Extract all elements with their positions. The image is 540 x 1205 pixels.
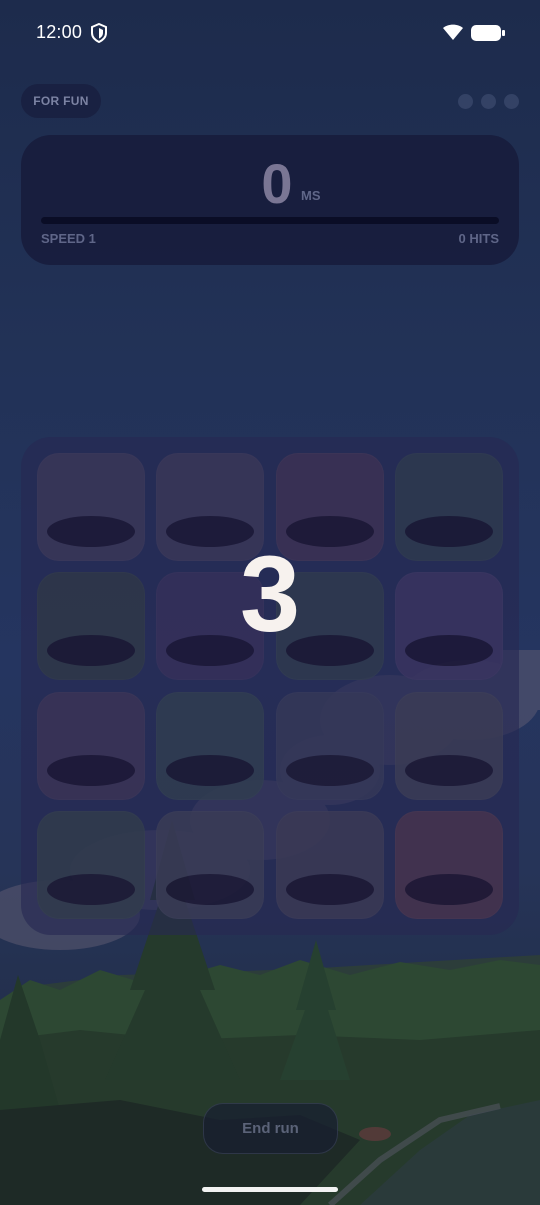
wifi-icon	[442, 23, 464, 46]
battery-icon	[470, 24, 506, 47]
hole	[285, 873, 374, 905]
hole-tile[interactable]	[37, 810, 145, 919]
hole-tile[interactable]	[275, 810, 384, 919]
hole-tile[interactable]	[156, 810, 265, 919]
hole-tile[interactable]	[156, 691, 265, 800]
menu-dot-icon	[458, 94, 473, 109]
hole-tile[interactable]	[37, 691, 145, 800]
home-indicator[interactable]	[202, 1187, 338, 1192]
score-card: 0 MS SPEED 1 0 HITS	[21, 135, 519, 265]
hits-label: 0 HITS	[458, 231, 499, 246]
menu-dot-icon	[481, 94, 496, 109]
progress-track	[41, 217, 499, 224]
hole-tile[interactable]	[275, 691, 384, 800]
hole	[47, 873, 135, 905]
hole-tile[interactable]	[394, 691, 503, 800]
countdown-number: 3	[239, 533, 301, 654]
status-time: 12:00	[36, 22, 83, 42]
menu-dots[interactable]	[458, 94, 519, 109]
hole-tile[interactable]	[394, 810, 503, 919]
game-board	[21, 437, 519, 935]
mode-badge[interactable]: FOR FUN	[21, 84, 101, 118]
end-run-button[interactable]: End run	[203, 1103, 338, 1154]
speed-label: SPEED 1	[41, 231, 96, 246]
menu-dot-icon	[504, 94, 519, 109]
reaction-time-value: 0	[261, 152, 293, 215]
hole	[285, 754, 374, 786]
hole	[404, 873, 493, 905]
status-bar: 12:00	[0, 0, 540, 64]
shield-icon	[90, 22, 108, 48]
hole	[404, 754, 493, 786]
hole	[47, 754, 135, 786]
reaction-time-unit: MS	[301, 188, 321, 203]
hole	[166, 754, 255, 786]
hole	[166, 873, 255, 905]
